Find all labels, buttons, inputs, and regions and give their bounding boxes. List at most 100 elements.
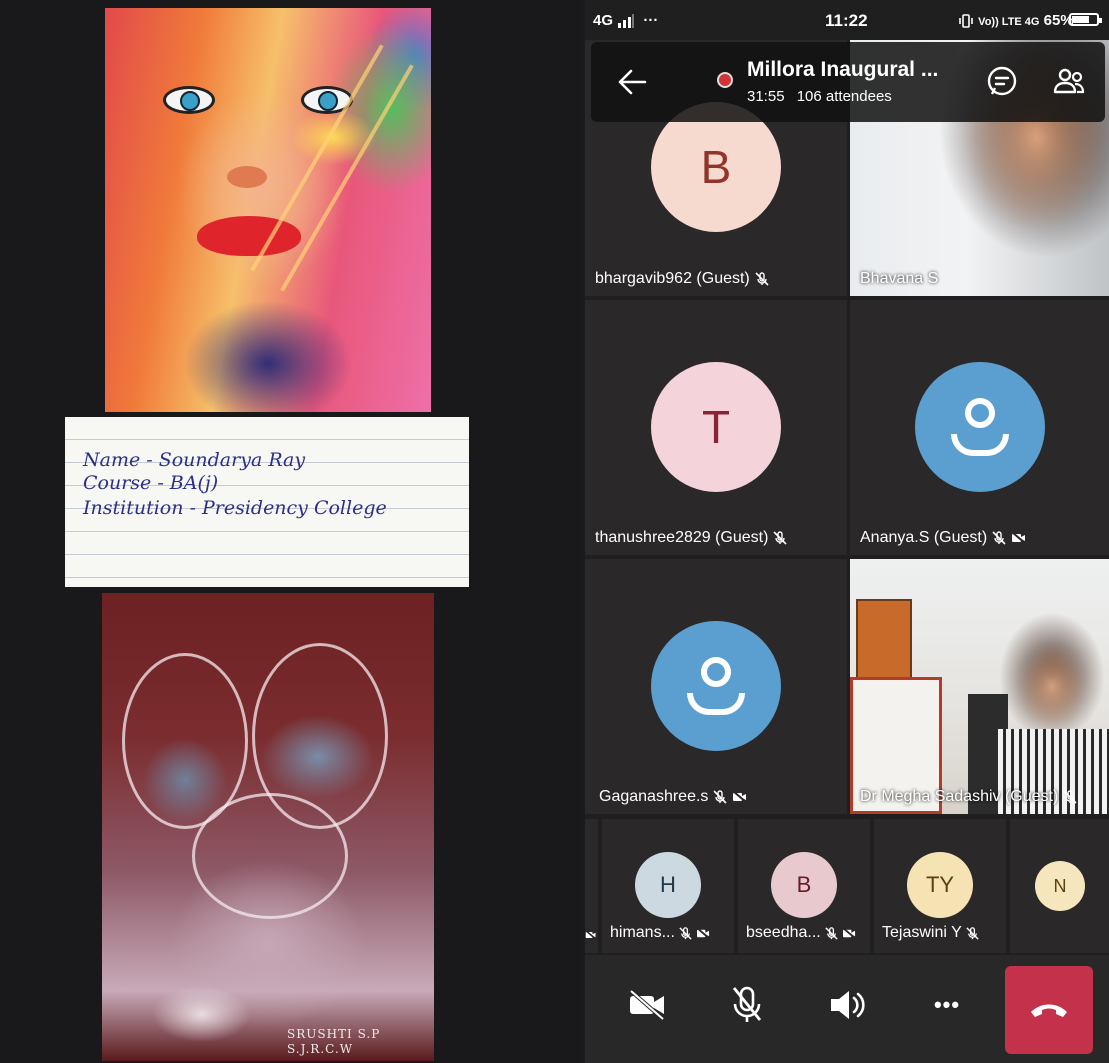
lte-label: Vo)) LTE 4G	[978, 16, 1040, 28]
participant-name: Bhavana S	[860, 270, 939, 287]
avatar: T	[651, 362, 781, 492]
participant-name: himans...	[610, 924, 675, 941]
participant-name-row: Dr Megha Sadashiv (Guest)	[860, 788, 1078, 806]
participant-name-row: thanushree2829 (Guest)	[595, 529, 788, 547]
status-dots: ···	[643, 12, 659, 29]
participant-name-row: Ananya.S (Guest)	[860, 529, 1027, 547]
more-options-button[interactable]: •••	[917, 975, 977, 1035]
person-icon-body	[951, 434, 1009, 456]
meeting-meta: 31:55 106 attendees	[747, 88, 892, 105]
participant-small-tile[interactable]: N	[1010, 819, 1109, 953]
participant-name: Ananya.S (Guest)	[860, 529, 988, 546]
participant-tile[interactable]: Gaganashree.s	[585, 559, 847, 814]
status-right: Vo)) LTE 4G 65%	[958, 12, 1074, 29]
participant-small-tile[interactable]: H himans...	[602, 819, 734, 953]
avatar-initial: B	[700, 141, 732, 193]
generic-person-avatar	[651, 621, 781, 751]
participant-name-row: bseedha...	[746, 924, 857, 942]
camera-off-icon	[732, 790, 749, 804]
camera-toggle-button[interactable]	[617, 975, 677, 1035]
small-avatar: H	[635, 852, 701, 918]
camera-off-icon	[1011, 531, 1027, 545]
person-icon-body	[687, 693, 745, 715]
network-label: 4G	[593, 12, 614, 29]
more-icon: •••	[933, 992, 961, 1017]
meeting-screen: 4G ··· 11:22 Vo)) LTE 4G 65% B bhargavib…	[585, 0, 1109, 1063]
participant-name-row: bhargavib962 (Guest)	[595, 270, 770, 288]
camera-off-icon	[842, 926, 857, 940]
camera-off-icon	[585, 929, 597, 941]
meeting-title: Millora Inaugural ...	[747, 58, 939, 81]
small-avatar: B	[771, 852, 837, 918]
participant-name: bhargavib962 (Guest)	[595, 270, 750, 287]
participant-name: bseedha...	[746, 924, 821, 941]
participants-icon[interactable]	[1051, 64, 1087, 100]
participant-small-tile[interactable]: B bseedha...	[738, 819, 870, 953]
artwork-collage: Name - Soundarya Ray Course - BA(j) Inst…	[0, 0, 580, 1063]
mic-off-icon	[732, 986, 762, 1022]
signature-line: SRUSHTI S.P	[287, 1027, 381, 1041]
status-bar: 4G ··· 11:22 Vo)) LTE 4G 65%	[585, 0, 1109, 40]
mic-off-icon	[773, 531, 788, 545]
attendee-count: 106 attendees	[796, 88, 892, 105]
mic-off-icon	[992, 531, 1006, 545]
painting-abstract-faces: SRUSHTI S.P S.J.R.C.W	[102, 593, 434, 1061]
wall-painting	[856, 599, 912, 681]
participant-name: thanushree2829 (Guest)	[595, 529, 769, 546]
painting-colorful-portrait	[105, 8, 431, 412]
generic-person-avatar	[915, 362, 1045, 492]
handwritten-note: Name - Soundarya Ray Course - BA(j) Inst…	[65, 417, 469, 587]
battery-icon	[1069, 13, 1102, 26]
camera-off-icon	[696, 926, 711, 940]
mic-off-icon	[966, 926, 979, 940]
avatar-initial: H	[660, 872, 676, 897]
participant-name-row: Bhavana S	[860, 270, 938, 288]
painting-signature: SRUSHTI S.P S.J.R.C.W	[287, 1027, 380, 1057]
avatar-initial: N	[1053, 875, 1067, 896]
speaker-button[interactable]	[817, 975, 877, 1035]
mute-button[interactable]	[717, 975, 777, 1035]
painting-lips	[197, 216, 301, 256]
back-arrow-icon[interactable]	[615, 66, 649, 98]
small-avatar: N	[1035, 861, 1085, 911]
phone-hangup-icon	[1031, 1004, 1067, 1017]
mic-off-icon	[755, 272, 769, 286]
status-left: 4G ···	[593, 12, 658, 29]
participant-name-row: himans...	[610, 924, 711, 942]
participant-video-tile[interactable]: Dr Megha Sadashiv (Guest)	[850, 559, 1109, 814]
signature-line: S.J.R.C.W	[287, 1042, 354, 1056]
camera-off-icon	[629, 989, 665, 1021]
person-icon-head	[965, 398, 995, 428]
note-line-name: Name - Soundarya Ray	[83, 449, 306, 471]
participant-small-tile-partial[interactable]	[585, 819, 598, 953]
speaker-icon	[831, 991, 865, 1019]
avatar-initial: TY	[925, 872, 955, 897]
participant-name: Gaganashree.s	[599, 788, 709, 805]
participant-tile[interactable]: Ananya.S (Guest)	[850, 300, 1109, 555]
mic-off-icon	[825, 926, 838, 940]
note-line-institution: Institution - Presidency College	[83, 497, 387, 519]
status-time: 11:22	[825, 11, 868, 30]
mic-off-icon	[1063, 790, 1077, 804]
vibrate-icon	[959, 14, 973, 28]
participant-name: Dr Megha Sadashiv (Guest)	[860, 788, 1059, 805]
painting-hair-strand	[250, 44, 384, 272]
avatar-initial: T	[701, 401, 731, 453]
call-controls: •••	[585, 955, 1109, 1063]
painting-nose	[227, 166, 267, 188]
avatar-initial: B	[796, 872, 812, 897]
note-line-course: Course - BA(j)	[83, 472, 219, 494]
meeting-header: Millora Inaugural ... 31:55 106 attendee…	[591, 42, 1105, 122]
meeting-duration: 31:55	[747, 88, 785, 105]
participant-name-row: Tejaswini Y	[882, 924, 980, 942]
participant-name: Tejaswini Y	[882, 924, 962, 941]
participant-small-tile[interactable]: TY Tejaswini Y	[874, 819, 1006, 953]
chat-icon[interactable]	[984, 64, 1020, 100]
participant-tile[interactable]: T thanushree2829 (Guest)	[585, 300, 847, 555]
signal-icon	[618, 14, 635, 29]
mic-off-icon	[713, 790, 727, 804]
mic-off-icon	[679, 926, 692, 940]
recording-indicator	[717, 72, 733, 88]
small-avatar: TY	[907, 852, 973, 918]
hang-up-button[interactable]	[1005, 966, 1093, 1054]
